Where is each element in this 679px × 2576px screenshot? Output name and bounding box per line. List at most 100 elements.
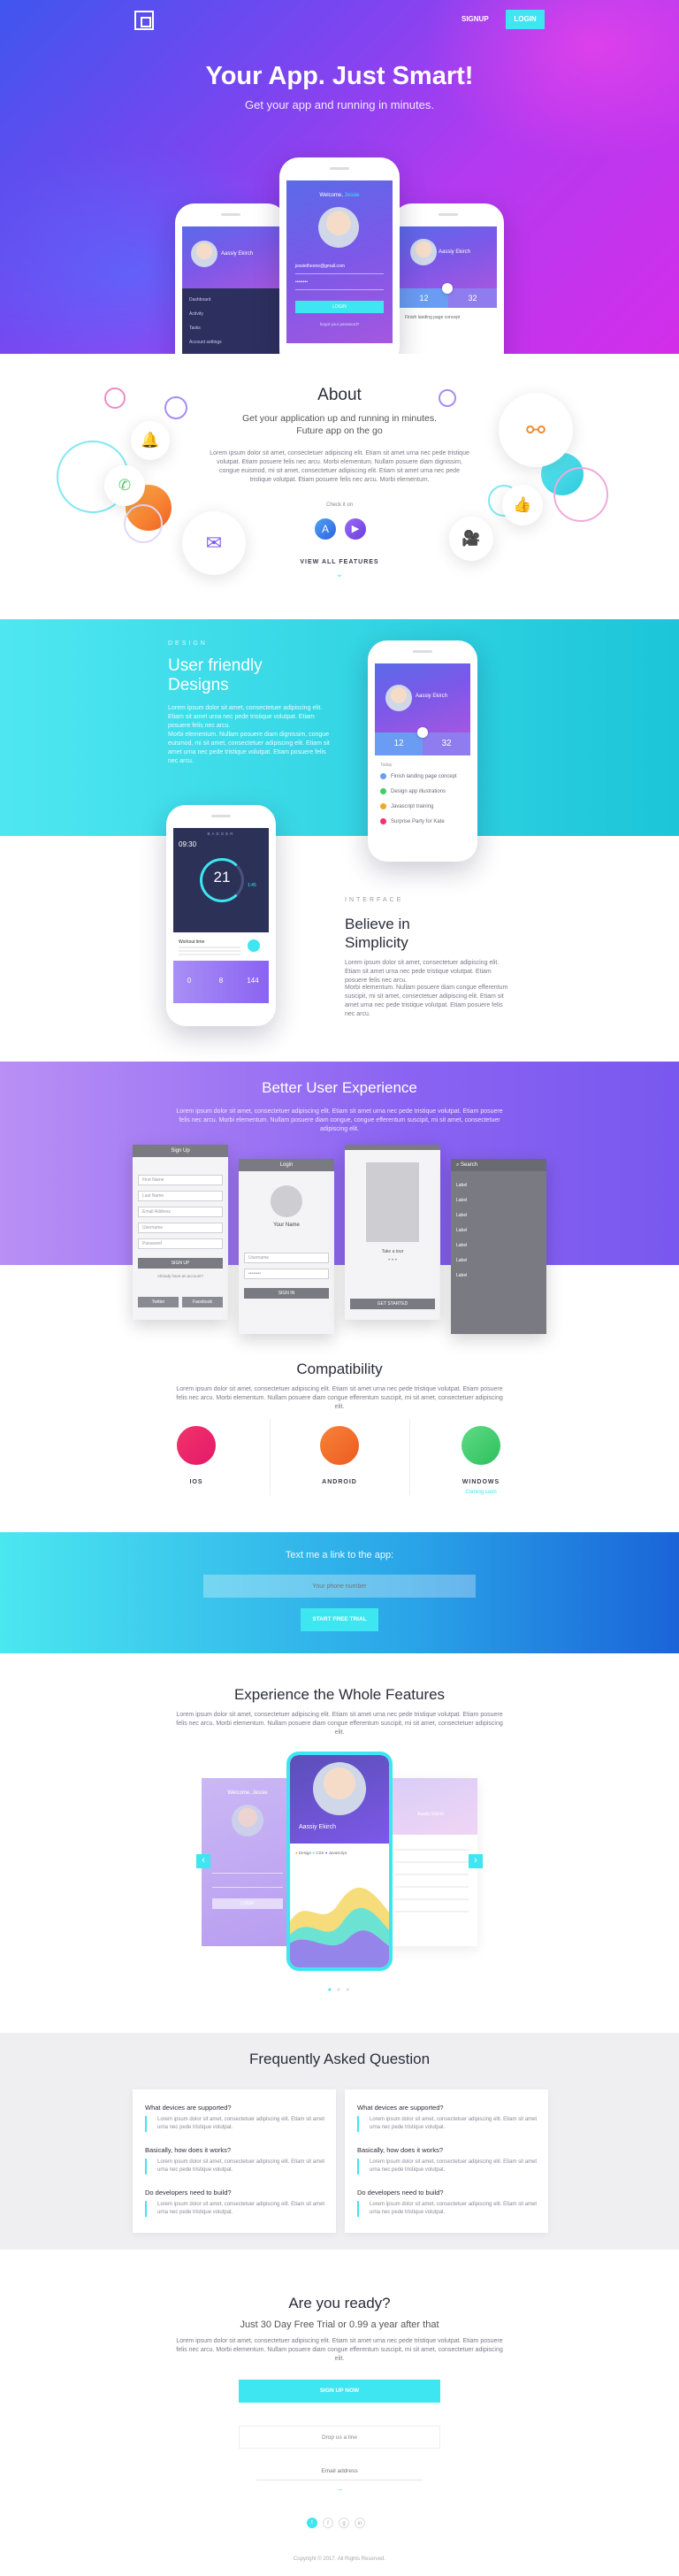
list-item[interactable]: Label bbox=[456, 1178, 467, 1193]
list-item[interactable]: Label bbox=[456, 1208, 467, 1223]
slide-center: Aassiy Ekirch ● Design ● CSS ● Javascrip… bbox=[286, 1752, 393, 1971]
phone-speaker bbox=[413, 650, 432, 653]
username-field[interactable]: Username bbox=[138, 1223, 223, 1233]
faq-question[interactable]: Basically, how does it works? bbox=[145, 2146, 231, 2154]
wire-title: Login bbox=[239, 1159, 334, 1171]
add-button[interactable] bbox=[248, 939, 260, 952]
avatar bbox=[232, 1805, 263, 1836]
task-item[interactable]: Finish landing page concept bbox=[405, 315, 460, 320]
list-item[interactable]: Label bbox=[456, 1269, 467, 1284]
apple-icon[interactable] bbox=[177, 1426, 216, 1465]
menu-item[interactable]: Tasks bbox=[189, 326, 201, 331]
facebook-icon[interactable]: f bbox=[323, 2518, 333, 2528]
wireframe-signup: Sign Up First Name Last Name Email Addre… bbox=[133, 1145, 228, 1320]
linkedin-icon[interactable]: in bbox=[355, 2518, 365, 2528]
faq-answer: Lorem ipsum dolor sit amet, consectetuer… bbox=[145, 2158, 326, 2174]
login-button[interactable]: LOGIN bbox=[295, 301, 384, 313]
about-tagline-1: Get your application up and running in m… bbox=[241, 413, 438, 424]
pager-dots[interactable]: • • • bbox=[345, 1258, 440, 1263]
windows-icon[interactable] bbox=[462, 1426, 500, 1465]
task-lines bbox=[179, 947, 240, 955]
email-field[interactable]: jessietheone@gmail.com bbox=[295, 264, 384, 274]
google-icon[interactable]: g bbox=[339, 2518, 349, 2528]
interface-phone: BADGER 09:30 21 1:45 Workout time 0 8 14… bbox=[166, 805, 276, 1026]
list-item[interactable]: Finish landing page concept bbox=[380, 773, 457, 779]
stat-box: 12 bbox=[375, 732, 423, 755]
phone-number-input[interactable] bbox=[203, 1575, 476, 1598]
first-name-field[interactable]: First Name bbox=[138, 1175, 223, 1185]
task-dot-icon bbox=[380, 818, 386, 824]
phone-left: Aassiy Ekirch Dashboard Activity Tasks A… bbox=[175, 203, 286, 354]
image-placeholder bbox=[366, 1162, 419, 1242]
email-input[interactable] bbox=[256, 2463, 423, 2480]
password-field[interactable]: Password bbox=[138, 1238, 223, 1249]
login-link[interactable]: Already have an account? bbox=[133, 1274, 228, 1278]
signin-button[interactable]: SIGN IN bbox=[244, 1288, 329, 1299]
phone-speaker bbox=[330, 167, 349, 170]
legend-dot-icon: ● bbox=[295, 1851, 298, 1855]
phone-speaker bbox=[221, 213, 240, 216]
list-item[interactable]: Design app illustrations bbox=[380, 788, 457, 794]
list-item[interactable]: Surprise Party for Kate bbox=[380, 818, 457, 824]
faq-question[interactable]: Do developers need to build? bbox=[145, 2189, 232, 2196]
login-button[interactable]: LOGIN bbox=[506, 10, 545, 29]
arrow-right-icon[interactable]: → bbox=[0, 2484, 679, 2493]
email-field[interactable]: Email Address bbox=[138, 1207, 223, 1217]
today-label: Today bbox=[380, 763, 393, 768]
design-phone: Aassiy Ekirch 12 32 Today Finish landing… bbox=[368, 640, 477, 862]
wire-title: Sign Up bbox=[133, 1145, 228, 1157]
drop-us-a-line-button[interactable]: Drop us a line bbox=[239, 2426, 440, 2449]
android-icon[interactable] bbox=[320, 1426, 359, 1465]
decor-circle bbox=[553, 467, 608, 522]
legend-dot-icon: ● bbox=[324, 1851, 328, 1855]
start-free-trial-button[interactable]: START FREE TRIAL bbox=[301, 1608, 378, 1631]
windows-label: WINDOWS bbox=[462, 1479, 500, 1485]
signup-button[interactable]: SIGN UP bbox=[138, 1258, 223, 1269]
app-store-icon[interactable]: A bbox=[315, 518, 336, 540]
twitter-button[interactable]: Twitter bbox=[138, 1297, 179, 1307]
carousel-dots[interactable]: ● ● ● bbox=[0, 1987, 679, 1993]
android-label: ANDROID bbox=[322, 1479, 357, 1485]
list-item[interactable]: Label bbox=[456, 1238, 467, 1254]
password-field[interactable]: •••••••• bbox=[244, 1269, 329, 1279]
signup-link[interactable]: SIGNUP bbox=[462, 15, 489, 23]
play-button[interactable] bbox=[442, 283, 453, 294]
play-store-icon[interactable]: ▶ bbox=[345, 518, 366, 540]
stat-box: 12 bbox=[400, 288, 448, 308]
signup-now-button[interactable]: SIGN UP NOW bbox=[239, 2380, 440, 2403]
menu-item[interactable]: Account settings bbox=[189, 340, 222, 345]
login-button[interactable]: LOGIN bbox=[212, 1898, 283, 1909]
faq-question[interactable]: What devices are supported? bbox=[357, 2104, 444, 2112]
list-item[interactable]: Label bbox=[456, 1193, 467, 1208]
task-dot-icon bbox=[380, 803, 386, 809]
twitter-icon[interactable]: t bbox=[307, 2518, 317, 2528]
password-field[interactable]: •••••••• bbox=[295, 280, 384, 290]
chevron-left-icon[interactable]: ‹ bbox=[196, 1854, 210, 1868]
task-label: Javascript training bbox=[391, 803, 434, 809]
faq-question[interactable]: What devices are supported? bbox=[145, 2104, 232, 2112]
phone-left-screen: Aassiy Ekirch Dashboard Activity Tasks A… bbox=[182, 226, 279, 354]
facebook-button[interactable]: Facebook bbox=[182, 1297, 223, 1307]
task-label: Surprise Party for Kate bbox=[391, 818, 445, 824]
list-item[interactable]: Label bbox=[456, 1223, 467, 1238]
faq-question[interactable]: Do developers need to build? bbox=[357, 2189, 444, 2196]
forgot-password-link[interactable]: forgot your password? bbox=[286, 322, 393, 326]
username-field[interactable]: Username bbox=[244, 1253, 329, 1263]
get-started-button[interactable]: GET STARTED bbox=[350, 1299, 435, 1309]
view-all-features-link[interactable]: VIEW ALL FEATURES bbox=[0, 559, 679, 565]
phone-speaker bbox=[211, 815, 231, 817]
last-name-field[interactable]: Last Name bbox=[138, 1191, 223, 1201]
chart-legend: ● Design ● CSS ● Javascript bbox=[295, 1851, 347, 1855]
list-item[interactable]: Label bbox=[456, 1254, 467, 1269]
chevron-right-icon[interactable]: › bbox=[469, 1854, 483, 1868]
faq-question[interactable]: Basically, how does it works? bbox=[357, 2146, 443, 2154]
play-button[interactable] bbox=[417, 727, 428, 738]
camera-icon: 🎥 bbox=[449, 517, 493, 561]
menu-item[interactable]: Activity bbox=[189, 311, 203, 317]
square-logo-icon[interactable] bbox=[134, 11, 154, 30]
menu-item[interactable]: Dashboard bbox=[189, 297, 210, 303]
list-item[interactable]: Javascript training bbox=[380, 803, 457, 809]
interface-title: Believe in Simplicity bbox=[345, 915, 410, 952]
chevron-down-icon[interactable]: ⌄ bbox=[0, 570, 679, 579]
faq-answer: Lorem ipsum dolor sit amet, consectetuer… bbox=[357, 2158, 538, 2174]
